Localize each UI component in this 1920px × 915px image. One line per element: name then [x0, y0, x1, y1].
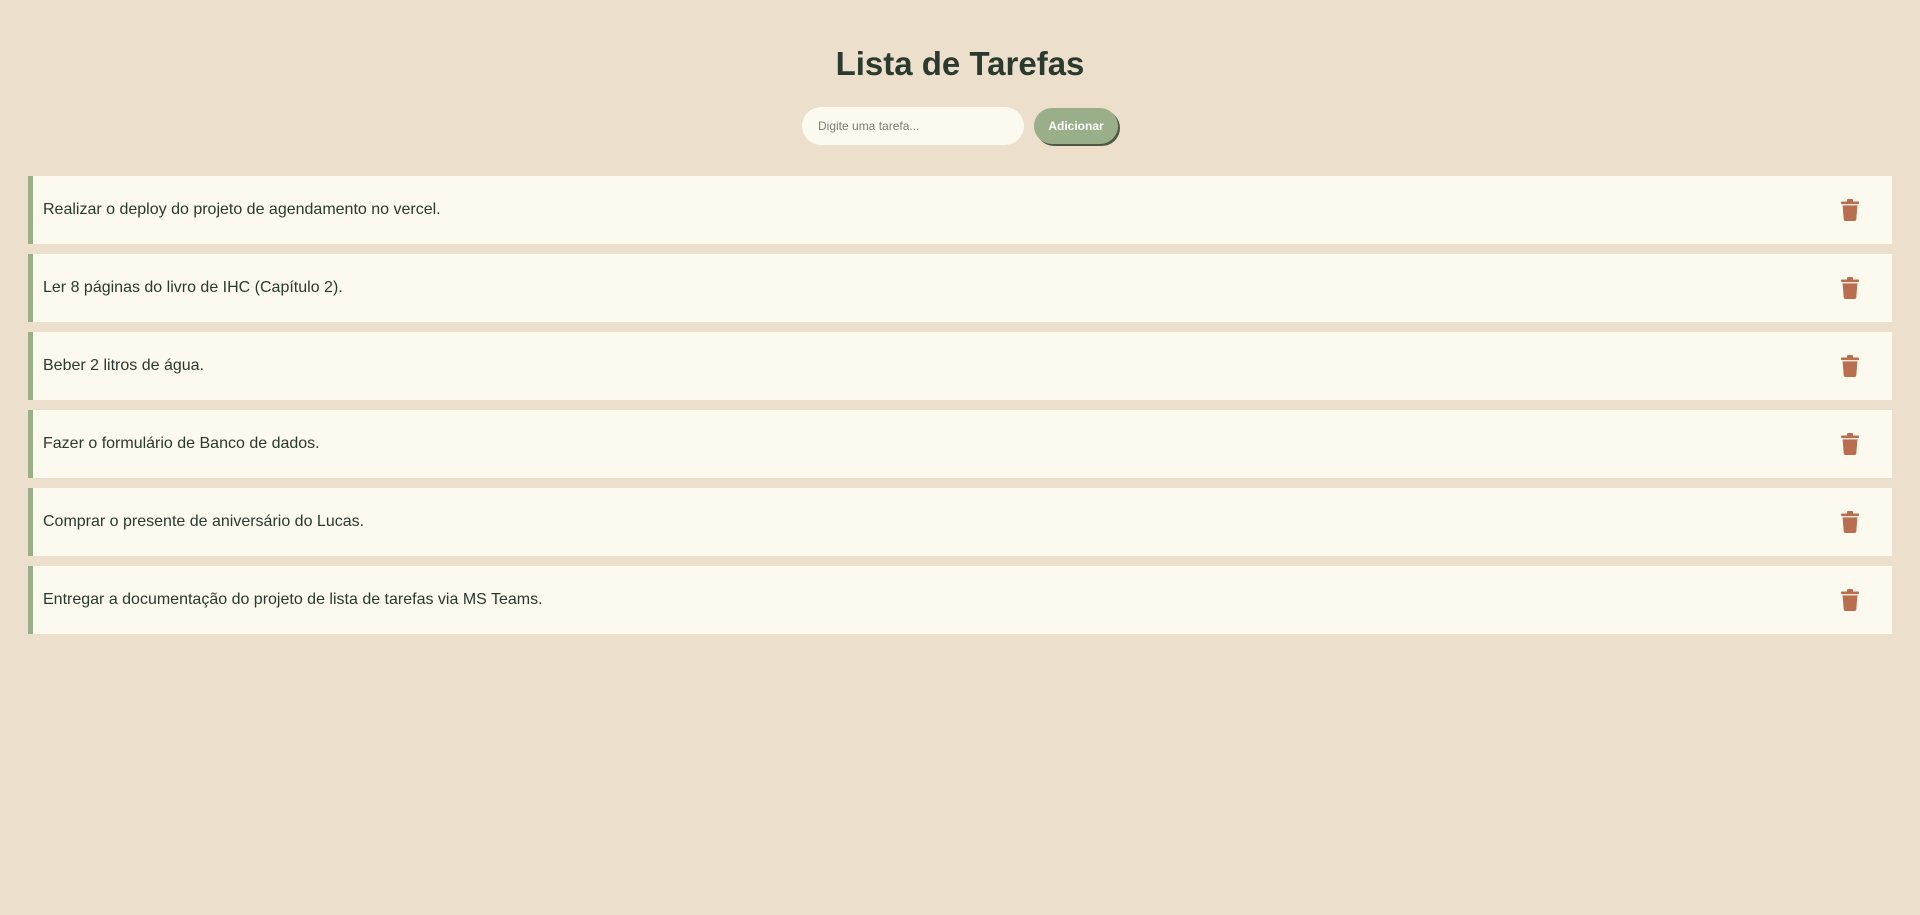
delete-task-button[interactable] [1836, 351, 1864, 381]
task-item: Beber 2 litros de água. [28, 332, 1892, 400]
page-title: Lista de Tarefas [835, 45, 1085, 82]
task-text: Beber 2 litros de água. [43, 357, 204, 374]
task-text: Comprar o presente de aniversário do Luc… [43, 513, 365, 530]
task-text: Fazer o formulário de Banco de dados. [43, 435, 320, 452]
trash-icon [1841, 589, 1859, 611]
task-item: Comprar o presente de aniversário do Luc… [28, 488, 1892, 556]
task-list: Realizar o deploy do projeto de agendame… [28, 176, 1892, 644]
delete-task-button[interactable] [1836, 195, 1864, 225]
task-text: Entregar a documentação do projeto de li… [43, 591, 543, 608]
task-item: Realizar o deploy do projeto de agendame… [28, 176, 1892, 244]
task-item: Fazer o formulário de Banco de dados. [28, 410, 1892, 478]
delete-task-button[interactable] [1836, 507, 1864, 537]
task-text: Ler 8 páginas do livro de IHC (Capítulo … [43, 279, 343, 296]
trash-icon [1841, 433, 1859, 455]
task-item: Entregar a documentação do projeto de li… [28, 566, 1892, 634]
add-task-form: Adicionar [0, 107, 1920, 145]
delete-task-button[interactable] [1836, 273, 1864, 303]
delete-task-button[interactable] [1836, 585, 1864, 615]
trash-icon [1841, 199, 1859, 221]
trash-icon [1841, 277, 1859, 299]
trash-icon [1841, 355, 1859, 377]
task-text: Realizar o deploy do projeto de agendame… [43, 201, 441, 218]
add-task-button[interactable]: Adicionar [1034, 108, 1118, 144]
trash-icon [1841, 511, 1859, 533]
task-item: Ler 8 páginas do livro de IHC (Capítulo … [28, 254, 1892, 322]
delete-task-button[interactable] [1836, 429, 1864, 459]
task-input[interactable] [802, 107, 1024, 145]
